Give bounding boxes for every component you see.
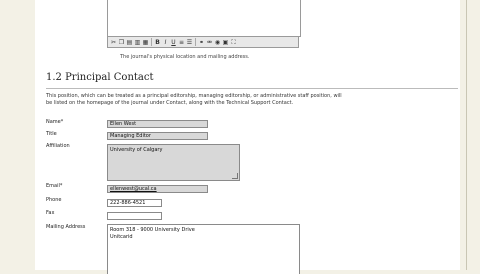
section-divider (46, 88, 458, 89)
editor-caption: The journal's physical location and mail… (120, 54, 250, 60)
address-line: Unitcarid (110, 233, 133, 240)
toolbar-separator (195, 38, 196, 46)
email-label: Email* (46, 183, 63, 189)
name-label: Name* (46, 119, 64, 125)
name-field[interactable]: Ellen West (107, 120, 208, 128)
section-title: 1.2 Principal Contact (46, 72, 154, 83)
paste-icon[interactable]: ▤ (126, 39, 133, 46)
numbered-list-icon[interactable]: ☰ (186, 39, 193, 46)
toolbar-separator (151, 38, 152, 46)
bullet-list-icon[interactable]: ≡ (178, 39, 185, 46)
paste-word-icon[interactable]: ▦ (142, 39, 149, 46)
mailing-address-label: Mailing Address (46, 224, 86, 230)
phone-label: Phone (46, 197, 62, 203)
html-icon[interactable]: ◉ (214, 39, 221, 46)
phone-field[interactable]: 222-886-4521 (107, 199, 162, 207)
title-field[interactable]: Managing Editor (107, 132, 208, 140)
link-icon[interactable]: ⚭ (198, 39, 205, 46)
affiliation-label: Affiliation (46, 143, 70, 149)
affiliation-textarea[interactable]: University of Calgary (107, 144, 240, 181)
fullscreen-icon[interactable]: ⛶ (230, 39, 237, 46)
image-icon[interactable]: ▣ (222, 39, 229, 46)
section-description: This position, which can be treated as a… (46, 93, 342, 106)
unlink-icon[interactable]: ⚮ (206, 39, 213, 46)
copy-icon[interactable]: ❐ (118, 39, 125, 46)
bold-icon[interactable]: B (154, 39, 161, 46)
fax-field[interactable] (107, 212, 162, 220)
editor-toolbar: ✂ ❐ ▤ ▥ ▦ B I U ≡ ☰ ⚭ ⚮ ◉ ▣ ⛶ (107, 36, 299, 48)
window-edge (466, 0, 467, 270)
cut-icon[interactable]: ✂ (110, 39, 117, 46)
underline-icon[interactable]: U (170, 39, 177, 46)
title-label: Title (46, 131, 57, 137)
paste-text-icon[interactable]: ▥ (134, 39, 141, 46)
resize-grip-icon[interactable] (232, 173, 238, 179)
mailing-address-textarea[interactable]: Room 318 - 9000 University Drive Unitcar… (107, 224, 300, 274)
italic-icon[interactable]: I (162, 39, 169, 46)
location-editor-textarea[interactable] (107, 0, 301, 37)
email-field[interactable]: ellenwest@ucal.ca (107, 185, 208, 193)
affiliation-text: University of Calgary (110, 147, 163, 153)
fax-label: Fax (46, 210, 55, 216)
